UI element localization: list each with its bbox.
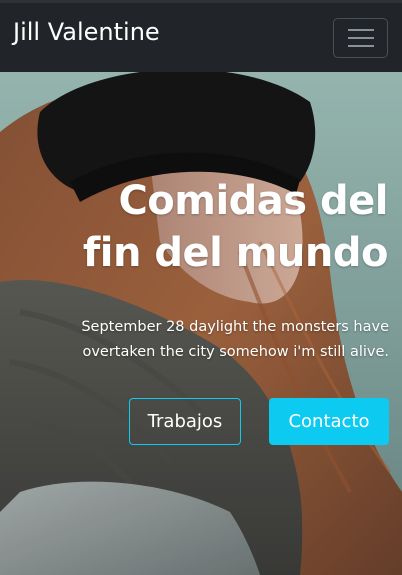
hamburger-menu-icon bbox=[347, 29, 374, 47]
navbar: Jill Valentine bbox=[0, 0, 402, 72]
work-button[interactable]: Trabajos bbox=[129, 398, 241, 445]
brand-link[interactable]: Jill Valentine bbox=[13, 18, 160, 46]
page: Jill Valentine Comidas del fin del mundo… bbox=[0, 0, 402, 575]
hero-subtext: September 28 daylight the monsters have … bbox=[81, 318, 389, 360]
hero-section: Comidas del fin del mundo September 28 d… bbox=[0, 72, 402, 575]
navbar-toggler-button[interactable] bbox=[333, 18, 388, 58]
contact-button[interactable]: Contacto bbox=[269, 398, 389, 445]
hero-headline: Comidas del fin del mundo bbox=[82, 177, 389, 276]
